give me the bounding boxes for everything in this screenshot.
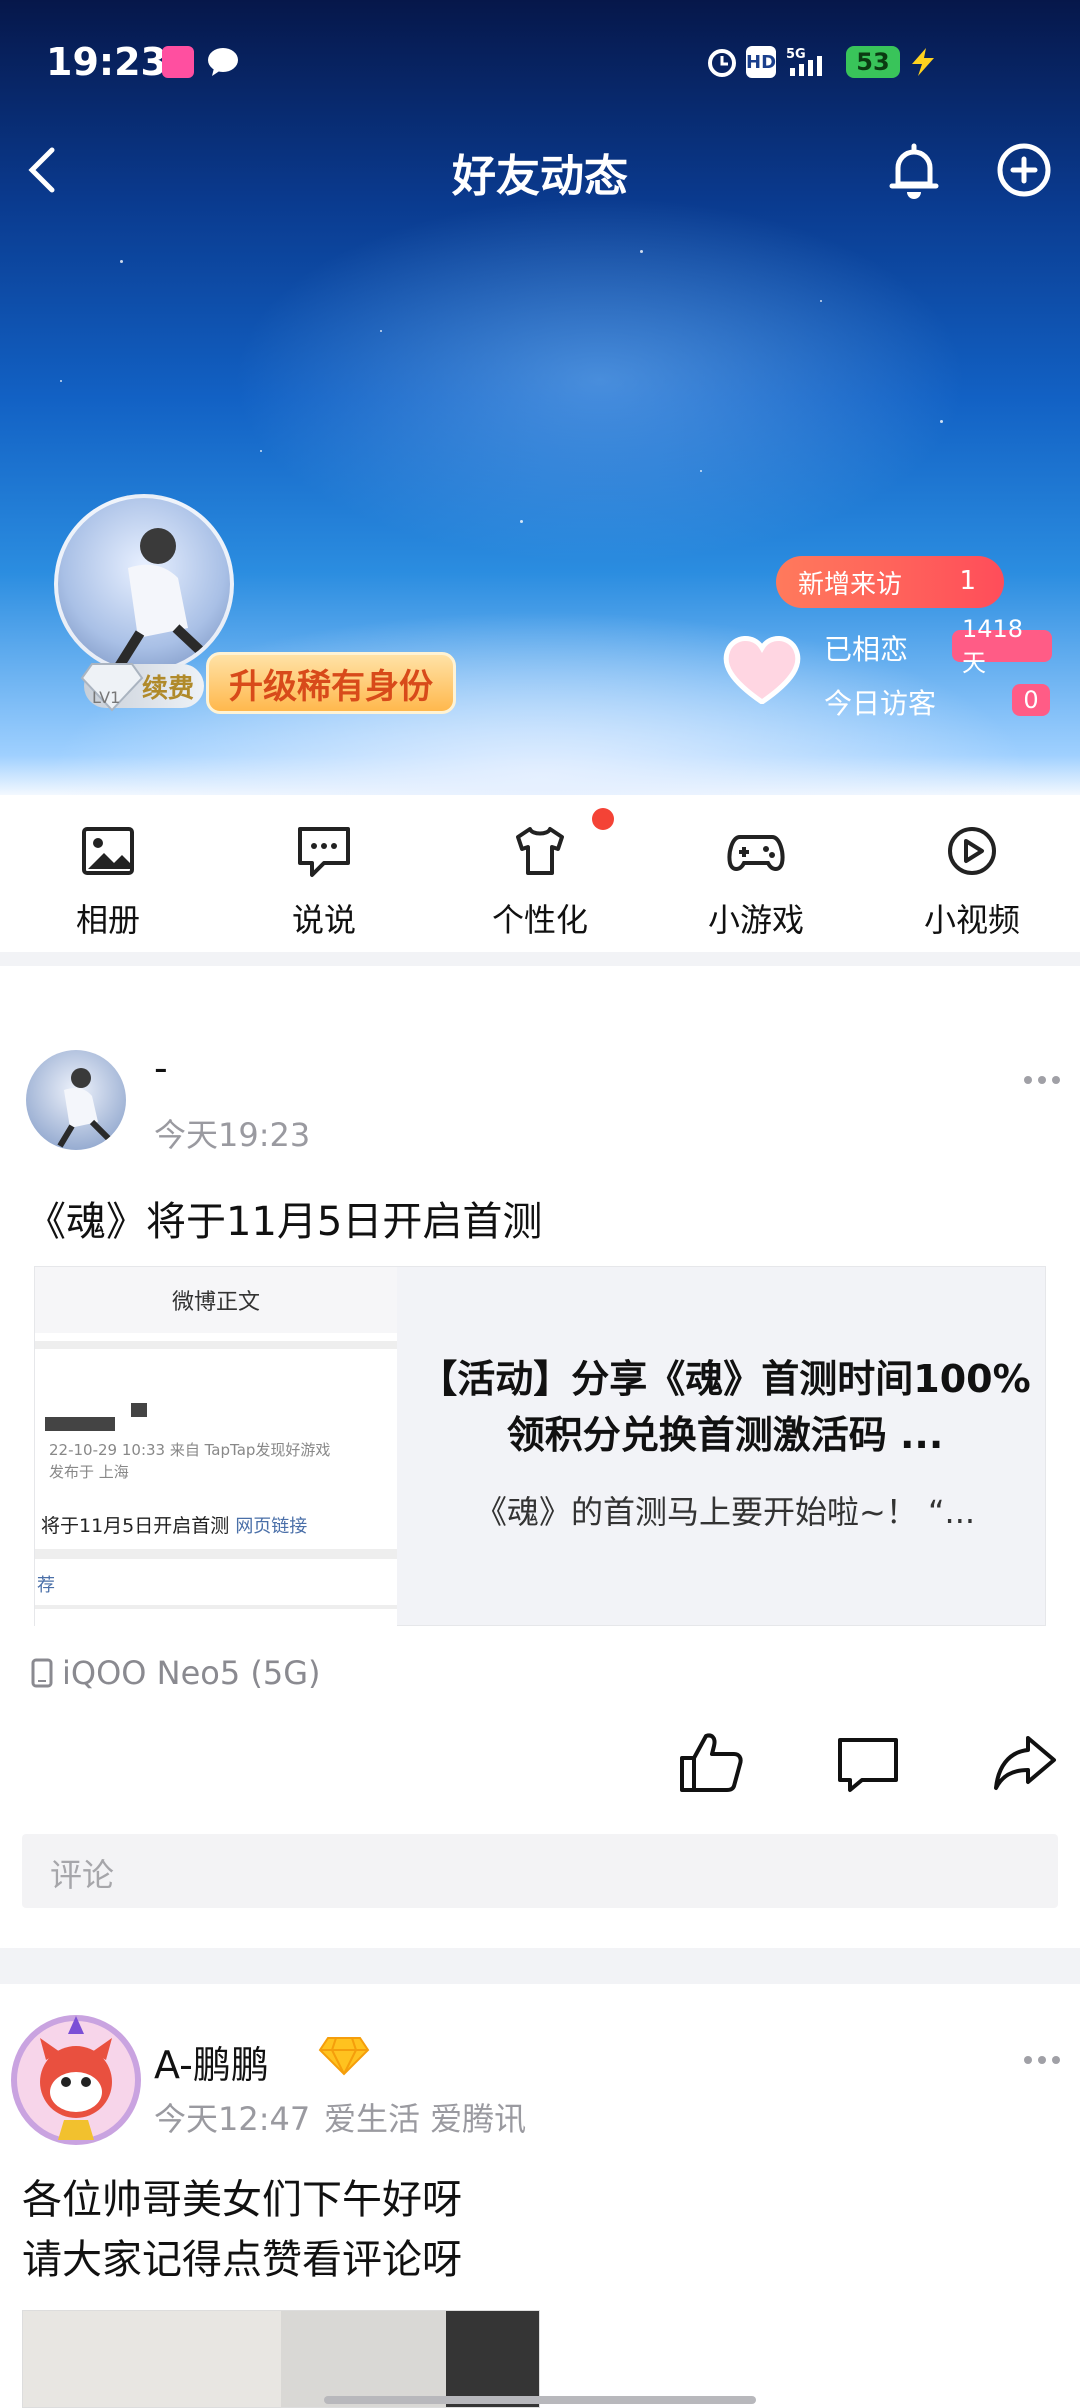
phone-icon <box>31 1658 53 1688</box>
divider <box>0 952 1080 966</box>
heart-icon[interactable] <box>720 632 804 704</box>
new-dot-badge <box>592 808 614 830</box>
func-label: 相册 <box>75 901 140 939</box>
comment-input[interactable]: 评论 <box>22 1834 1058 1908</box>
level-label: LV1 <box>92 688 121 707</box>
notification-bell-icon[interactable] <box>876 132 952 208</box>
func-label: 说说 <box>291 901 356 939</box>
thumb-divider <box>35 1605 397 1609</box>
device-name: iQOO Neo5 (5G) <box>62 1654 321 1692</box>
func-shuoshuo[interactable]: 说说 <box>216 795 432 952</box>
thumb-redacted <box>45 1417 115 1431</box>
diamond-vip-icon <box>318 2037 370 2076</box>
thumb-redacted <box>131 1403 147 1417</box>
alarm-icon <box>708 49 736 77</box>
thumb-link: 网页链接 <box>235 1516 308 1537</box>
charging-icon <box>912 48 934 76</box>
func-minigames[interactable]: 小游戏 <box>648 795 864 952</box>
post-author-avatar[interactable] <box>26 1050 126 1150</box>
post-time: 今天12:47 <box>154 2100 311 2138</box>
func-label: 小视频 <box>923 901 1020 939</box>
share-button[interactable] <box>990 1728 1060 1798</box>
new-visits-button[interactable]: 新增来访 1 <box>776 556 1004 608</box>
like-button[interactable] <box>676 1728 746 1798</box>
play-icon <box>948 827 996 875</box>
post-text: 《魂》将于11月5日开启首测 <box>26 1199 543 1245</box>
gamepad-icon <box>727 835 785 871</box>
link-card-thumbnail: 微博正文 22-10-29 10:33 来自 TapTap发现好游戏 发布于 上… <box>35 1267 397 1627</box>
comment-button[interactable] <box>834 1728 904 1798</box>
post-author-name[interactable]: - <box>154 1046 168 1090</box>
thumb-divider <box>35 1341 397 1349</box>
function-bar: 相册 说说 个性化 小游戏 小视频 <box>0 795 1080 952</box>
together-days-badge: 1418天 <box>952 615 1052 677</box>
cover-header: 19:23 HD 5G 53 好友动态 续费 LV1 升级稀有身份 新增来访 1… <box>0 0 1080 795</box>
post-author-avatar[interactable] <box>6 2010 146 2150</box>
thumb-tag: 荐 <box>37 1575 55 1596</box>
together-label: 已相恋 <box>824 633 909 666</box>
battery-icon: 53 <box>846 46 900 78</box>
thumb-location: 发布于 上海 <box>49 1463 129 1481</box>
thumb-meta: 22-10-29 10:33 来自 TapTap发现好游戏 <box>49 1441 331 1459</box>
message-icon <box>298 827 350 877</box>
thumb-header: 微博正文 <box>35 1267 397 1333</box>
post-author-name[interactable]: A-鹏鹏 <box>154 2034 269 2089</box>
more-options-icon[interactable] <box>1022 2054 1062 2066</box>
post-text-line: 各位帅哥美女们下午好呀 <box>22 2177 462 2223</box>
post-tags: 爱生活 爱腾讯 <box>324 2100 527 2138</box>
status-time: 19:23 <box>46 40 167 84</box>
link-card[interactable]: 微博正文 22-10-29 10:33 来自 TapTap发现好游戏 发布于 上… <box>34 1266 1046 1627</box>
status-bar: 19:23 HD 5G 53 <box>0 0 1080 130</box>
new-visits-label: 新增来访 <box>798 569 903 600</box>
func-minivideo[interactable]: 小视频 <box>864 795 1080 952</box>
func-label: 个性化 <box>491 901 588 939</box>
hd-icon: HD <box>746 46 776 78</box>
upgrade-identity-button[interactable]: 升级稀有身份 <box>206 652 456 714</box>
func-label: 小游戏 <box>707 901 804 939</box>
divider <box>0 1948 1080 1984</box>
chat-bubble-icon <box>208 48 238 76</box>
today-visitors-badge: 0 <box>1012 684 1050 716</box>
post-time: 今天19:23 <box>154 1116 311 1154</box>
link-card-title: 【活动】分享《魂》首测时间100%领积分兑换首测激活码 ... <box>419 1357 1031 1457</box>
shirt-icon <box>516 827 564 875</box>
album-icon <box>82 827 134 875</box>
more-options-icon[interactable] <box>1022 1074 1062 1086</box>
device-label: iQOO Neo5 (5G) <box>30 1654 320 1692</box>
thumb-text: 将于11月5日开启首测 网页链接 <box>41 1515 308 1537</box>
func-personalize[interactable]: 个性化 <box>432 795 648 952</box>
post-photo[interactable] <box>22 2310 540 2408</box>
signal-icon: 5G <box>786 47 822 76</box>
home-indicator[interactable] <box>324 2396 756 2404</box>
svg-text:5G: 5G <box>786 47 806 62</box>
add-post-button[interactable] <box>986 132 1062 208</box>
new-visits-count: 1 <box>959 566 976 596</box>
today-visitors-label: 今日访客 <box>824 687 937 720</box>
app-notification-icon <box>162 46 194 78</box>
post-text-line: 请大家记得点赞看评论呀 <box>22 2237 462 2283</box>
func-album[interactable]: 相册 <box>0 795 216 952</box>
profile-avatar[interactable] <box>54 494 234 674</box>
thumb-divider <box>35 1549 397 1559</box>
link-card-description: 《魂》的首测马上要开始啦~！ “... <box>474 1493 976 1531</box>
